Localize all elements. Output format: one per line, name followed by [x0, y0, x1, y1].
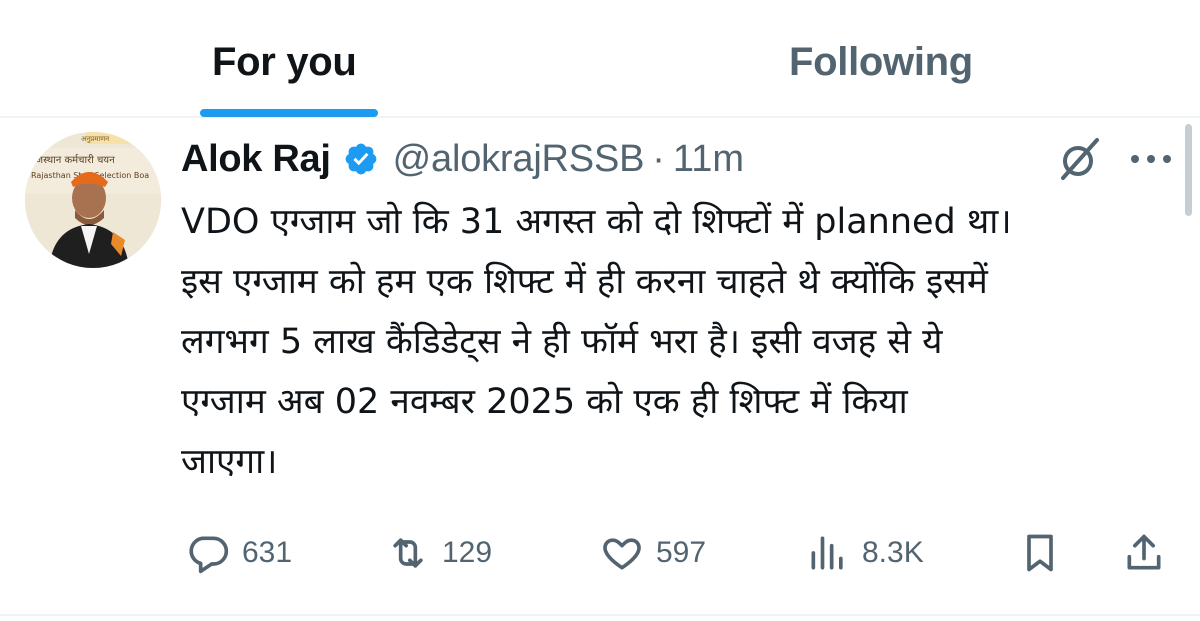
- like-count: 597: [656, 536, 707, 569]
- tweet-timestamp[interactable]: 11m: [673, 138, 744, 181]
- bookmark-button[interactable]: [1018, 530, 1062, 576]
- reply-count: 631: [242, 536, 293, 569]
- reply-button[interactable]: 631: [186, 530, 292, 576]
- timeline-tabs: For you Following: [0, 0, 1200, 118]
- tweet-header: Alok Raj @alokrajRSSB · 11m: [181, 132, 744, 186]
- bookmark-icon: [1027, 534, 1053, 572]
- verified-badge-icon: [345, 143, 377, 175]
- avatar-banner-emblem: अनुप्रमाणन: [81, 135, 109, 143]
- separator-dot: ·: [652, 137, 665, 180]
- reply-icon: [189, 536, 229, 574]
- active-tab-indicator: [200, 109, 378, 117]
- avatar[interactable]: अनुप्रमाणन राजस्थान कर्मचारी चयन Rajasth…: [25, 132, 161, 268]
- share-icon: [1127, 534, 1161, 570]
- repost-count: 129: [442, 536, 493, 569]
- grok-icon[interactable]: [1057, 136, 1103, 182]
- repost-button[interactable]: 129: [386, 530, 492, 576]
- like-button[interactable]: 597: [600, 530, 706, 576]
- avatar-image: अनुप्रमाणन राजस्थान कर्मचारी चयन Rajasth…: [25, 132, 161, 268]
- scrollbar[interactable]: [1185, 124, 1192, 216]
- more-icon[interactable]: [1128, 146, 1174, 172]
- views-count: 8.3K: [862, 536, 924, 569]
- tweet-text: VDO एग्जाम जो कि 31 अगस्त को दो शिफ्टों …: [181, 202, 1012, 482]
- tab-following[interactable]: Following: [789, 32, 973, 92]
- views-button[interactable]: 8.3K: [806, 530, 924, 576]
- author-name[interactable]: Alok Raj: [181, 138, 331, 181]
- like-icon: [603, 538, 641, 570]
- author-handle[interactable]: @alokrajRSSB: [393, 138, 645, 181]
- views-icon: [811, 536, 843, 570]
- tab-for-you[interactable]: For you: [212, 32, 357, 92]
- avatar-banner-text-hindi: राजस्थान कर्मचारी चयन: [29, 154, 115, 166]
- repost-icon: [393, 538, 423, 568]
- divider: [0, 614, 1200, 616]
- share-button[interactable]: [1122, 530, 1166, 576]
